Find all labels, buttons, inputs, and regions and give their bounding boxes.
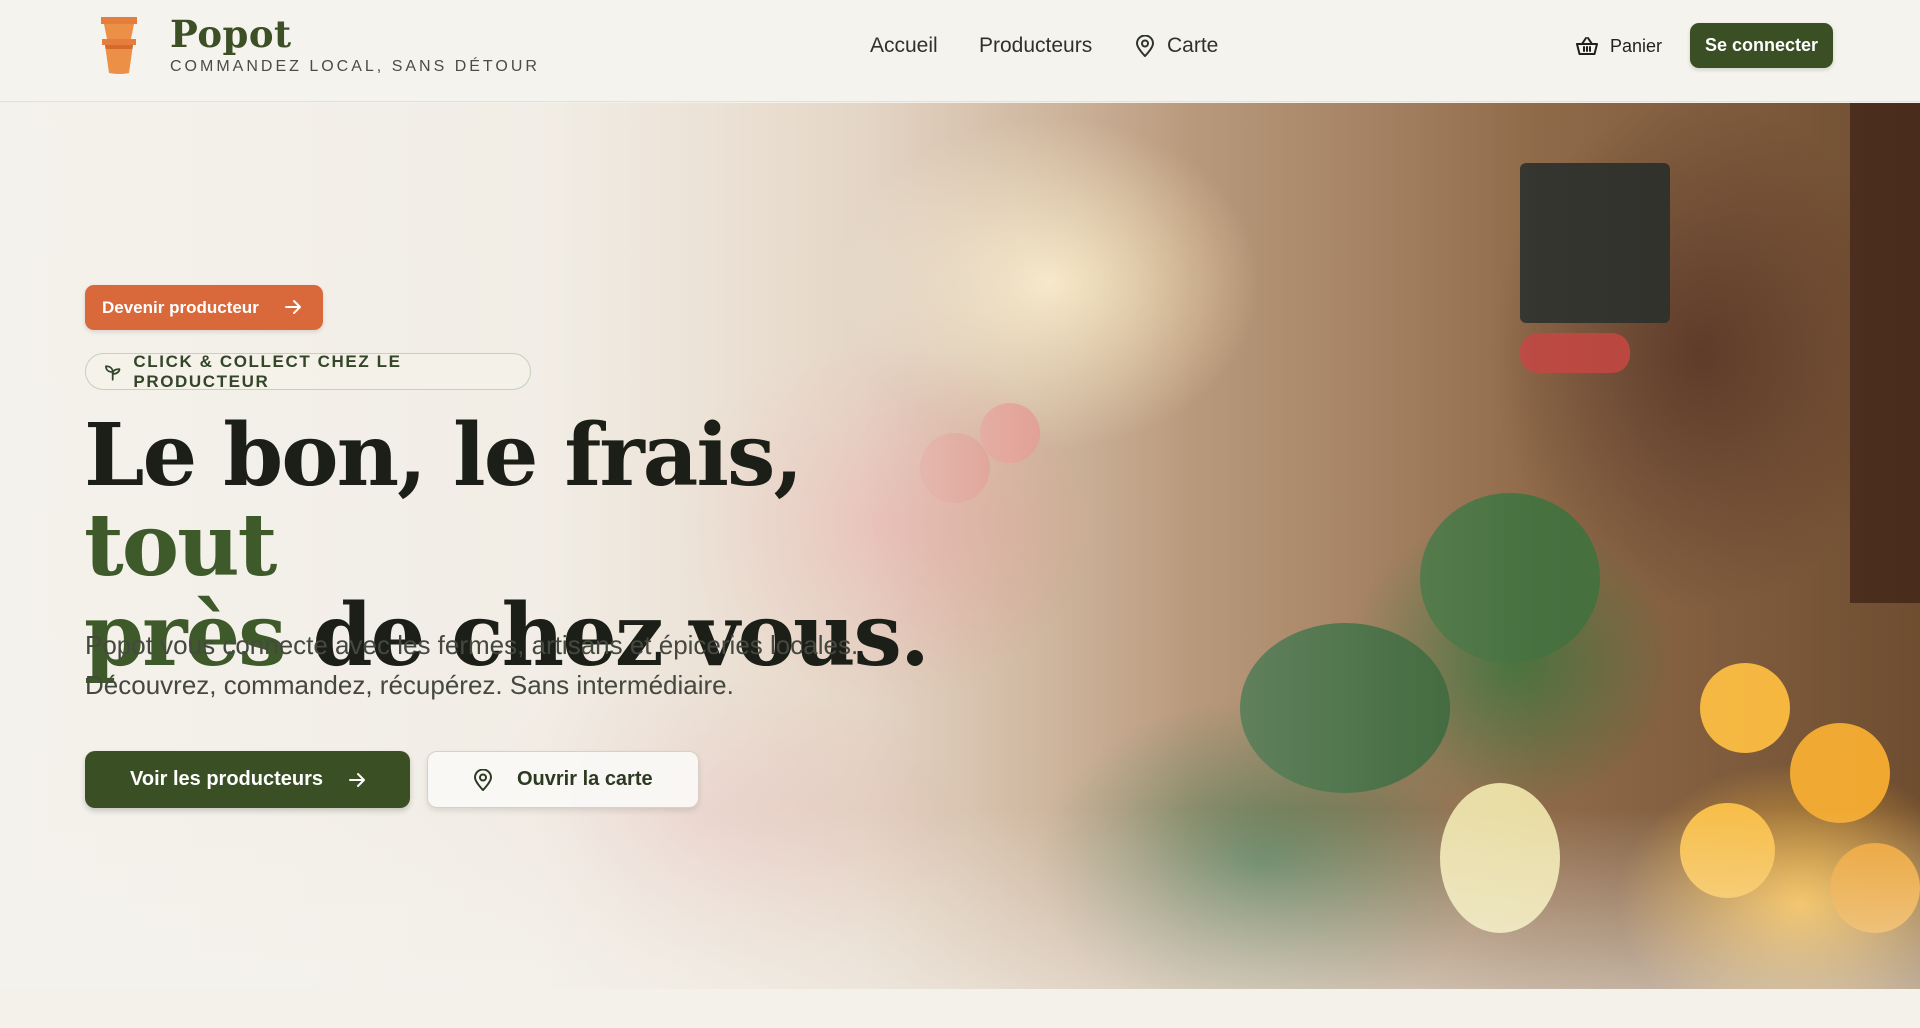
- flower-pot-icon[interactable]: [99, 17, 139, 75]
- site-header: Popot COMMANDEZ LOCAL, SANS DÉTOUR Accue…: [0, 0, 1920, 102]
- brand-tagline: COMMANDEZ LOCAL, SANS DÉTOUR: [170, 58, 540, 75]
- cart-button[interactable]: Panier: [1576, 31, 1662, 61]
- map-pin-icon: [473, 768, 493, 791]
- basket-icon: [1576, 37, 1598, 55]
- brand-name[interactable]: Popot: [170, 12, 292, 56]
- view-producers-label: Voir les producteurs: [130, 768, 324, 790]
- map-pin-icon: [1135, 35, 1155, 57]
- open-map-label: Ouvrir la carte: [517, 768, 653, 790]
- open-map-button[interactable]: Ouvrir la carte: [427, 751, 699, 808]
- cart-label: Panier: [1610, 35, 1663, 56]
- nav-link-carte[interactable]: Carte: [1135, 31, 1218, 61]
- arrow-right-icon: [285, 300, 301, 314]
- arrow-right-icon: [349, 772, 366, 787]
- subtitle-line1: Popot vous connecte avec les fermes, art…: [85, 630, 859, 660]
- sprout-icon: [105, 364, 121, 381]
- subtitle-line2: Découvrez, commandez, récupérez. Sans in…: [85, 670, 734, 700]
- login-button[interactable]: Se connecter: [1690, 23, 1833, 68]
- hero-section: Devenir producteur CLICK & COLLECT CHEZ …: [0, 103, 1920, 989]
- nav-link-producteurs[interactable]: Producteurs: [979, 31, 1092, 61]
- page-bottom-strip: [0, 989, 1920, 1028]
- view-producers-button[interactable]: Voir les producteurs: [85, 751, 410, 808]
- nav-link-accueil[interactable]: Accueil: [870, 31, 938, 61]
- hero-subtitle: Popot vous connecte avec les fermes, art…: [85, 625, 925, 705]
- headline-part1: Le bon, le frais,: [84, 405, 803, 506]
- badge-label: CLICK & COLLECT CHEZ LE PRODUCTEUR: [133, 351, 402, 391]
- nav-link-carte-label: Carte: [1167, 34, 1219, 57]
- become-producer-label: Devenir producteur: [102, 297, 259, 317]
- headline-accent1: tout: [84, 495, 277, 596]
- click-collect-badge: CLICK & COLLECT CHEZ LE PRODUCTEUR: [85, 351, 531, 391]
- hero-bottom-fade: [0, 809, 1920, 989]
- become-producer-button[interactable]: Devenir producteur: [85, 285, 323, 330]
